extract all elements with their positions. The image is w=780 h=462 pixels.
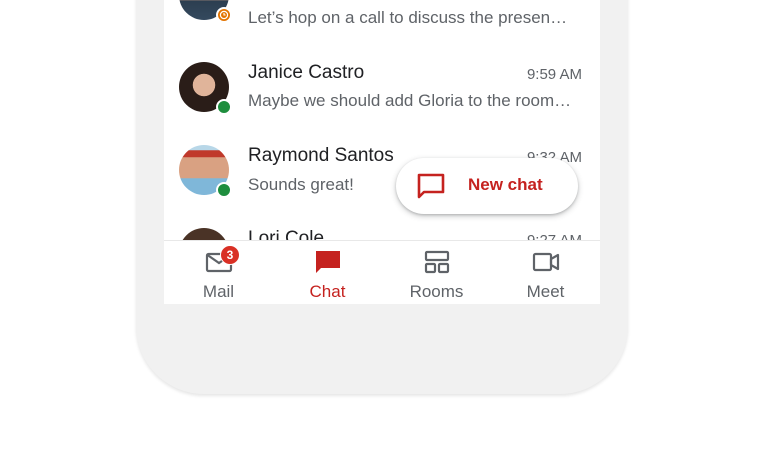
message-time: 9:27 AM xyxy=(527,232,582,240)
bottom-navigation: 3 Mail Chat Rooms Meet xyxy=(164,240,600,304)
nav-label: Meet xyxy=(526,282,565,301)
new-chat-button[interactable]: New chat xyxy=(396,158,578,214)
nav-label: Chat xyxy=(309,282,346,301)
rooms-icon xyxy=(424,250,449,274)
conversation-row[interactable]: Let’s hop on a call to discuss the prese… xyxy=(164,0,600,58)
chat-icon xyxy=(315,251,340,273)
avatar xyxy=(179,0,232,23)
contact-name: Lori Cole xyxy=(248,228,325,240)
online-status-icon xyxy=(216,182,232,198)
online-status-icon xyxy=(216,99,232,115)
conversation-row[interactable]: Janice Castro 9:59 AM Maybe we should ad… xyxy=(164,58,600,142)
message-preview: Maybe we should add Gloria to the room… xyxy=(248,91,572,110)
nav-meet[interactable]: Meet xyxy=(491,241,600,304)
nav-label: Rooms xyxy=(409,282,464,301)
contact-name: Raymond Santos xyxy=(248,145,394,166)
nav-label: Mail xyxy=(202,282,235,301)
chat-app-screen: Let’s hop on a call to discuss the prese… xyxy=(164,0,600,304)
nav-mail[interactable]: 3 Mail xyxy=(164,241,273,304)
meet-video-icon xyxy=(532,252,559,272)
message-time: 9:59 AM xyxy=(526,66,582,83)
contact-name: Janice Castro xyxy=(248,62,365,83)
new-chat-label: New chat xyxy=(468,175,543,194)
chat-bubble-outline-icon xyxy=(417,173,445,199)
nav-rooms[interactable]: Rooms xyxy=(382,241,491,304)
avatar xyxy=(179,145,232,198)
unread-badge: 3 xyxy=(220,245,240,265)
nav-chat[interactable]: Chat xyxy=(273,241,382,304)
avatar xyxy=(179,62,232,115)
avatar xyxy=(179,228,229,240)
message-preview: Let’s hop on a call to discuss the prese… xyxy=(248,8,568,27)
away-status-icon xyxy=(216,7,232,23)
conversation-row[interactable]: Lori Cole 9:27 AM xyxy=(164,226,600,240)
